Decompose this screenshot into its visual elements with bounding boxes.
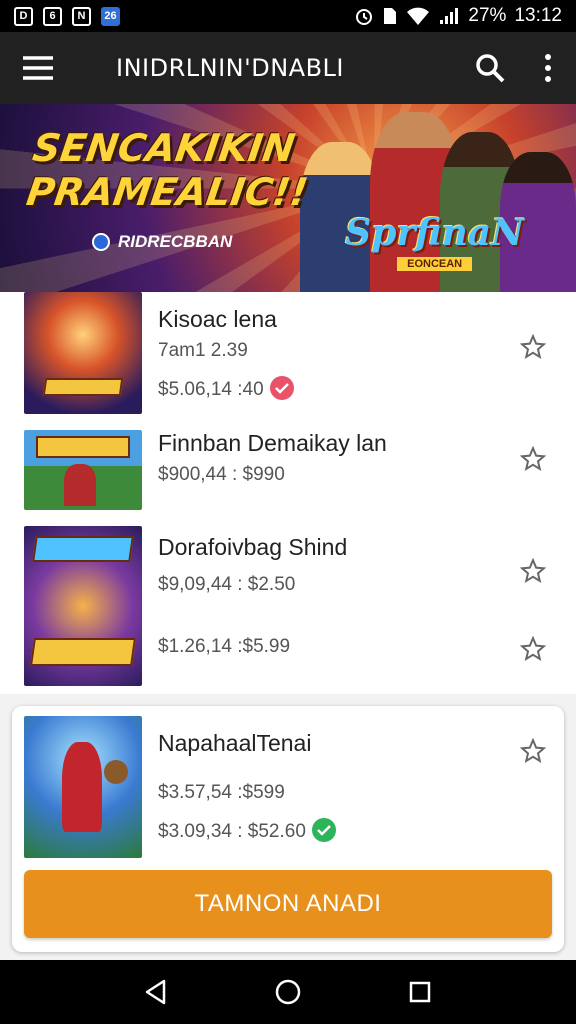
brand-dot-icon [92, 233, 110, 251]
home-icon [275, 979, 301, 1005]
menu-icon [23, 56, 53, 80]
notification-icon: N [72, 6, 91, 26]
game-logo: SprfinaN EONCEAN [345, 212, 524, 272]
app-thumbnail[interactable] [24, 430, 142, 510]
search-icon [476, 54, 505, 83]
banner-subtitle: RIDRECBBAN [92, 232, 232, 252]
app-title: INIDRLNIN'DNABLI [116, 54, 344, 82]
notification-icon: 26 [101, 6, 120, 26]
clock: 13:12 [514, 5, 562, 26]
list-item[interactable]: Kisoac lena 7am1 2.39 $5.06,14 :40 [0, 292, 576, 420]
app-price: $900,44 : $990 [158, 464, 285, 485]
app-price: $5.06,14 :40 [158, 376, 294, 402]
star-outline-icon[interactable] [520, 636, 546, 662]
home-button[interactable] [268, 972, 308, 1012]
star-outline-icon[interactable] [520, 558, 546, 584]
app-title: Finnban Demaikay lan [158, 430, 387, 456]
app-meta: 7am1 2.39 [158, 340, 248, 361]
recents-icon [409, 981, 431, 1003]
verified-badge-icon [311, 818, 336, 842]
app-price-text: $5.06,14 :40 [158, 379, 264, 401]
list-item[interactable]: Dorafoivbag Shind $9,09,44 : $2.50 $1.26… [0, 520, 576, 694]
star-outline-icon[interactable] [520, 738, 546, 764]
banner-subtitle-text: RIDRECBBAN [118, 232, 233, 251]
app-price: $3.09,34 : $52.60 [158, 818, 336, 844]
app-title: NapahaalTenai [158, 730, 312, 756]
overflow-menu-button[interactable] [520, 32, 576, 104]
verified-badge-icon [269, 376, 294, 400]
navigation-bar [0, 960, 576, 1024]
app-thumbnail[interactable] [24, 292, 142, 414]
app-thumbnail[interactable] [24, 716, 142, 858]
banner-headline: SENCAKIKIN PRAMEALIC!! [24, 126, 317, 214]
promo-banner[interactable]: SENCAKIKIN PRAMEALIC!! RIDRECBBAN Sprfin… [0, 104, 576, 292]
status-bar: D 6 N 26 27% 13:12 [0, 0, 576, 32]
wifi-icon [407, 7, 430, 25]
list-item[interactable]: Finnban Demaikay lan $900,44 : $990 [0, 420, 576, 520]
signal-icon [440, 8, 459, 24]
notification-icon: 6 [43, 6, 62, 26]
star-outline-icon[interactable] [520, 334, 546, 360]
install-button[interactable]: TAMNON ANADI [24, 870, 552, 938]
more-vert-icon [545, 54, 551, 82]
app-thumbnail[interactable] [24, 526, 142, 686]
star-outline-icon[interactable] [520, 446, 546, 472]
app-price-text: $3.09,34 : $52.60 [158, 821, 306, 843]
app-price: $1.26,14 :$5.99 [158, 636, 291, 657]
game-logo-text: SprfinaN [345, 212, 524, 254]
back-button[interactable] [136, 972, 176, 1012]
app-title: Dorafoivbag Shind [158, 534, 348, 560]
recents-button[interactable] [400, 972, 440, 1012]
battery-level: 27% [468, 5, 507, 26]
banner-headline-line: SENCAKIKIN [30, 126, 298, 170]
back-icon [145, 979, 166, 1005]
sim-icon [384, 8, 397, 24]
banner-headline-line: PRAMEALIC!! [23, 170, 311, 214]
app-price: $3.57,54 :$599 [158, 782, 285, 803]
app-price: $9,09,44 : $2.50 [158, 574, 296, 595]
search-button[interactable] [460, 32, 520, 104]
app-title: Kisoac lena [158, 306, 277, 332]
menu-button[interactable] [0, 32, 76, 104]
app-bar: INIDRLNIN'DNABLI [0, 32, 576, 104]
game-logo-subtext: EONCEAN [397, 257, 473, 271]
notification-icon: D [14, 6, 33, 26]
featured-card[interactable]: NapahaalTenai $3.57,54 :$599 $3.09,34 : … [12, 706, 564, 952]
alarm-icon [356, 9, 373, 25]
